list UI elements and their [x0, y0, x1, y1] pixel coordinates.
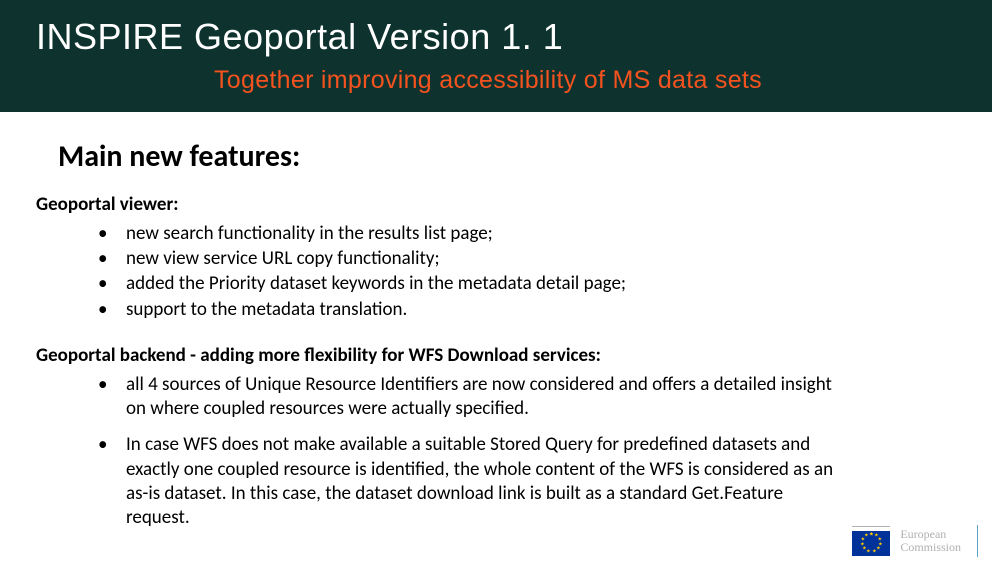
feature-list-viewer: new search functionality in the results …: [98, 222, 956, 322]
eu-flag-wrap: ★ ★ ★ ★ ★ ★ ★ ★ ★ ★ ★ ★: [852, 526, 890, 556]
list-item: added the Priority dataset keywords in t…: [98, 272, 956, 296]
slide-subtitle: Together improving accessibility of MS d…: [214, 66, 956, 95]
list-item: new view service URL copy functionality;: [98, 247, 956, 271]
slide-header: INSPIRE Geoportal Version 1. 1 Together …: [0, 0, 992, 112]
logo-text-line2: Commission: [900, 541, 961, 554]
logo-divider: [977, 525, 978, 557]
list-item: new search functionality in the results …: [98, 222, 956, 246]
slide-title: INSPIRE Geoportal Version 1. 1: [36, 0, 956, 58]
eu-flag-icon: ★ ★ ★ ★ ★ ★ ★ ★ ★ ★ ★ ★: [852, 531, 890, 556]
group-heading-backend: Geoportal backend - adding more flexibil…: [36, 344, 956, 369]
list-item: all 4 sources of Unique Resource Identif…: [98, 373, 838, 422]
footer-logo: ★ ★ ★ ★ ★ ★ ★ ★ ★ ★ ★ ★ European Commiss…: [852, 525, 978, 557]
logo-text: European Commission: [900, 528, 961, 554]
slide-content: Main new features: Geoportal viewer: new…: [0, 112, 992, 531]
flag-top-line: [852, 526, 890, 527]
list-item: In case WFS does not make available a su…: [98, 433, 838, 530]
feature-list-backend: all 4 sources of Unique Resource Identif…: [98, 373, 956, 531]
section-heading: Main new features:: [58, 138, 956, 175]
list-item: support to the metadata translation.: [98, 298, 956, 322]
group-heading-viewer: Geoportal viewer:: [36, 193, 956, 218]
